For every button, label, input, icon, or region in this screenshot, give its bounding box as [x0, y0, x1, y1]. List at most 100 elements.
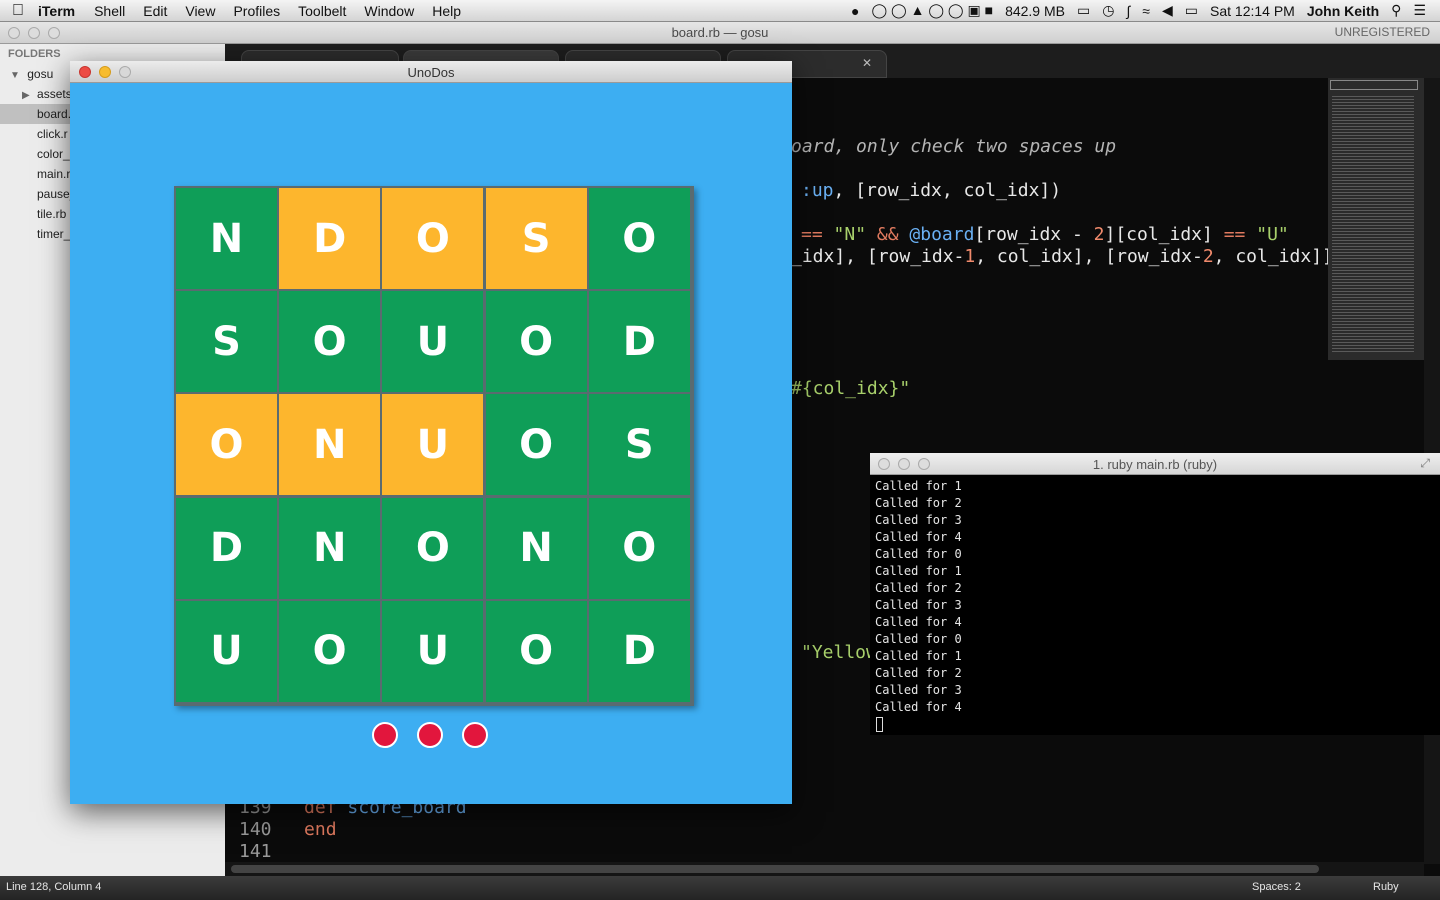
game-titlebar[interactable]: UnoDos: [70, 61, 792, 83]
memory-readout[interactable]: 842.9 MB: [999, 3, 1071, 19]
menu-app-name[interactable]: iTerm: [36, 3, 85, 19]
tile-r5-c2[interactable]: O: [279, 600, 381, 702]
menu-shell[interactable]: Shell: [85, 3, 134, 19]
sidebar-folder-label: gosu: [27, 67, 54, 81]
tile-r3-c2[interactable]: N: [279, 394, 381, 496]
editor-title: board.rb — gosu: [671, 25, 769, 40]
code-number: 1: [964, 246, 976, 267]
close-tab-icon[interactable]: ✕: [862, 56, 872, 70]
syntax-setting[interactable]: Ruby: [1373, 881, 1399, 893]
chevron-right-icon[interactable]: ▶: [22, 90, 30, 101]
menu-edit[interactable]: Edit: [134, 3, 176, 19]
menu-profiles[interactable]: Profiles: [224, 3, 289, 19]
terminal-line: Called for 0: [875, 547, 962, 561]
code-text: ][col_idx]: [1104, 224, 1224, 245]
minimap[interactable]: [1328, 78, 1424, 360]
code-text: , col_idx], [row_idx-: [975, 246, 1203, 267]
code-text: [row_idx -: [974, 224, 1094, 245]
spotlight-icon[interactable]: ⚲: [1385, 2, 1407, 19]
tile-r1-c5[interactable]: O: [588, 188, 690, 289]
chevron-down-icon[interactable]: ▼: [10, 70, 20, 81]
airplay-icon[interactable]: ▭: [1071, 2, 1096, 19]
apple-icon[interactable]: : [0, 2, 36, 20]
code-string-yellow: "Yellow: [801, 642, 877, 663]
terminal-line: Called for 4: [875, 700, 962, 714]
user-name[interactable]: John Keith: [1301, 3, 1385, 19]
terminal-cursor: [876, 717, 883, 732]
code-args: , [row_idx, col_idx]): [833, 180, 1062, 201]
time-machine-icon[interactable]: ◷: [1096, 2, 1120, 19]
tile-r2-c5[interactable]: D: [588, 291, 690, 393]
code-op: ==: [1223, 224, 1246, 245]
tile-r2-c2[interactable]: O: [279, 291, 381, 393]
terminal-line: Called for 4: [875, 530, 962, 544]
tile-r5-c4[interactable]: O: [485, 600, 587, 702]
terminal-titlebar[interactable]: 1. ruby main.rb (ruby) ⤢: [870, 453, 1440, 475]
menu-toolbelt[interactable]: Toolbelt: [289, 3, 355, 19]
minimap-code: [1332, 94, 1414, 354]
menu-window[interactable]: Window: [355, 3, 423, 19]
terminal-line: Called for 3: [875, 598, 962, 612]
unregistered-label: UNREGISTERED: [1334, 25, 1430, 39]
tile-r3-c3[interactable]: U: [382, 394, 484, 496]
code-line-condition: == "N" && @board[row_idx - 2][col_idx] =…: [801, 224, 1289, 245]
code-op: &&: [866, 224, 910, 245]
tile-r2-c3[interactable]: U: [382, 291, 484, 393]
tile-r5-c1[interactable]: U: [176, 600, 277, 702]
code-line-141: 141: [239, 841, 272, 862]
tile-r3-c5[interactable]: S: [588, 394, 690, 496]
tile-r4-c3[interactable]: O: [382, 497, 484, 599]
scroll-thumb[interactable]: [231, 865, 1319, 873]
tile-r1-c2[interactable]: D: [279, 188, 381, 289]
wifi-icon[interactable]: ≈: [1136, 3, 1156, 19]
battery-icon[interactable]: ▭: [1179, 2, 1204, 19]
tile-r5-c3[interactable]: U: [382, 600, 484, 702]
fullscreen-icon[interactable]: ⤢: [1420, 456, 1430, 471]
code-string: "N": [833, 224, 867, 245]
volume-icon[interactable]: ◀: [1156, 2, 1179, 19]
terminal-line: Called for 1: [875, 479, 962, 493]
tile-r2-c1[interactable]: S: [176, 291, 277, 393]
minimap-viewport[interactable]: [1330, 80, 1418, 90]
code-number: 2: [1202, 246, 1214, 267]
editor-titlebar: board.rb — gosu UNREGISTERED: [0, 22, 1440, 44]
menu-view[interactable]: View: [176, 3, 224, 19]
terminal-output: Called for 1 Called for 2 Called for 3 Call…: [875, 478, 962, 716]
clock[interactable]: Sat 12:14 PM: [1204, 3, 1301, 19]
bluetooth-icon[interactable]: ∫: [1120, 3, 1136, 19]
game-window[interactable]: UnoDos NDOSOSOUODONUOSDNONOUOUOD: [70, 61, 792, 804]
tile-r4-c2[interactable]: N: [279, 497, 381, 599]
status-bar: Line 128, Column 4 Spaces: 2 Ruby: [0, 876, 1440, 900]
life-dot: [417, 722, 443, 748]
tile-r1-c1[interactable]: N: [176, 188, 277, 289]
terminal-line: Called for 0: [875, 632, 962, 646]
code-line-call: :up, [row_idx, col_idx]): [801, 180, 1061, 201]
status-icons[interactable]: ◯ ◯ ▲ ◯ ◯ ▣ ■: [866, 2, 1000, 19]
horizontal-scrollbar[interactable]: [225, 862, 1424, 876]
tile-r3-c1[interactable]: O: [176, 394, 277, 496]
notification-center-icon[interactable]: ☰: [1407, 2, 1432, 19]
terminal-window[interactable]: 1. ruby main.rb (ruby) ⤢ Called for 1 Cal…: [870, 453, 1440, 735]
tile-r1-c3[interactable]: O: [382, 188, 484, 289]
tile-r3-c4[interactable]: O: [485, 394, 587, 496]
code-interpolation: #{col_idx}": [791, 378, 911, 399]
code-comment: oard, only check two spaces up: [791, 136, 1117, 157]
code-symbol: :up: [801, 180, 834, 201]
tile-r4-c5[interactable]: O: [588, 497, 690, 599]
tile-r4-c4[interactable]: N: [485, 497, 587, 599]
menu-help[interactable]: Help: [423, 3, 470, 19]
terminal-line: Called for 2: [875, 666, 962, 680]
indent-setting[interactable]: Spaces: 2: [1252, 881, 1301, 893]
tile-r2-c4[interactable]: O: [485, 291, 587, 393]
code-line-array: _idx], [row_idx-1, col_idx], [row_idx-2,…: [791, 246, 1333, 267]
tile-r4-c1[interactable]: D: [176, 497, 277, 599]
code-line-140: 140 end: [239, 819, 337, 840]
notification-icon[interactable]: ●: [845, 3, 865, 19]
tile-r1-c4[interactable]: S: [485, 188, 587, 289]
code-string: "U": [1245, 224, 1289, 245]
terminal-line: Called for 3: [875, 683, 962, 697]
line-number: 140: [239, 819, 272, 840]
life-dot: [462, 722, 488, 748]
menu-bar:  iTerm Shell Edit View Profiles Toolbel…: [0, 0, 1440, 22]
tile-r5-c5[interactable]: D: [588, 600, 690, 702]
